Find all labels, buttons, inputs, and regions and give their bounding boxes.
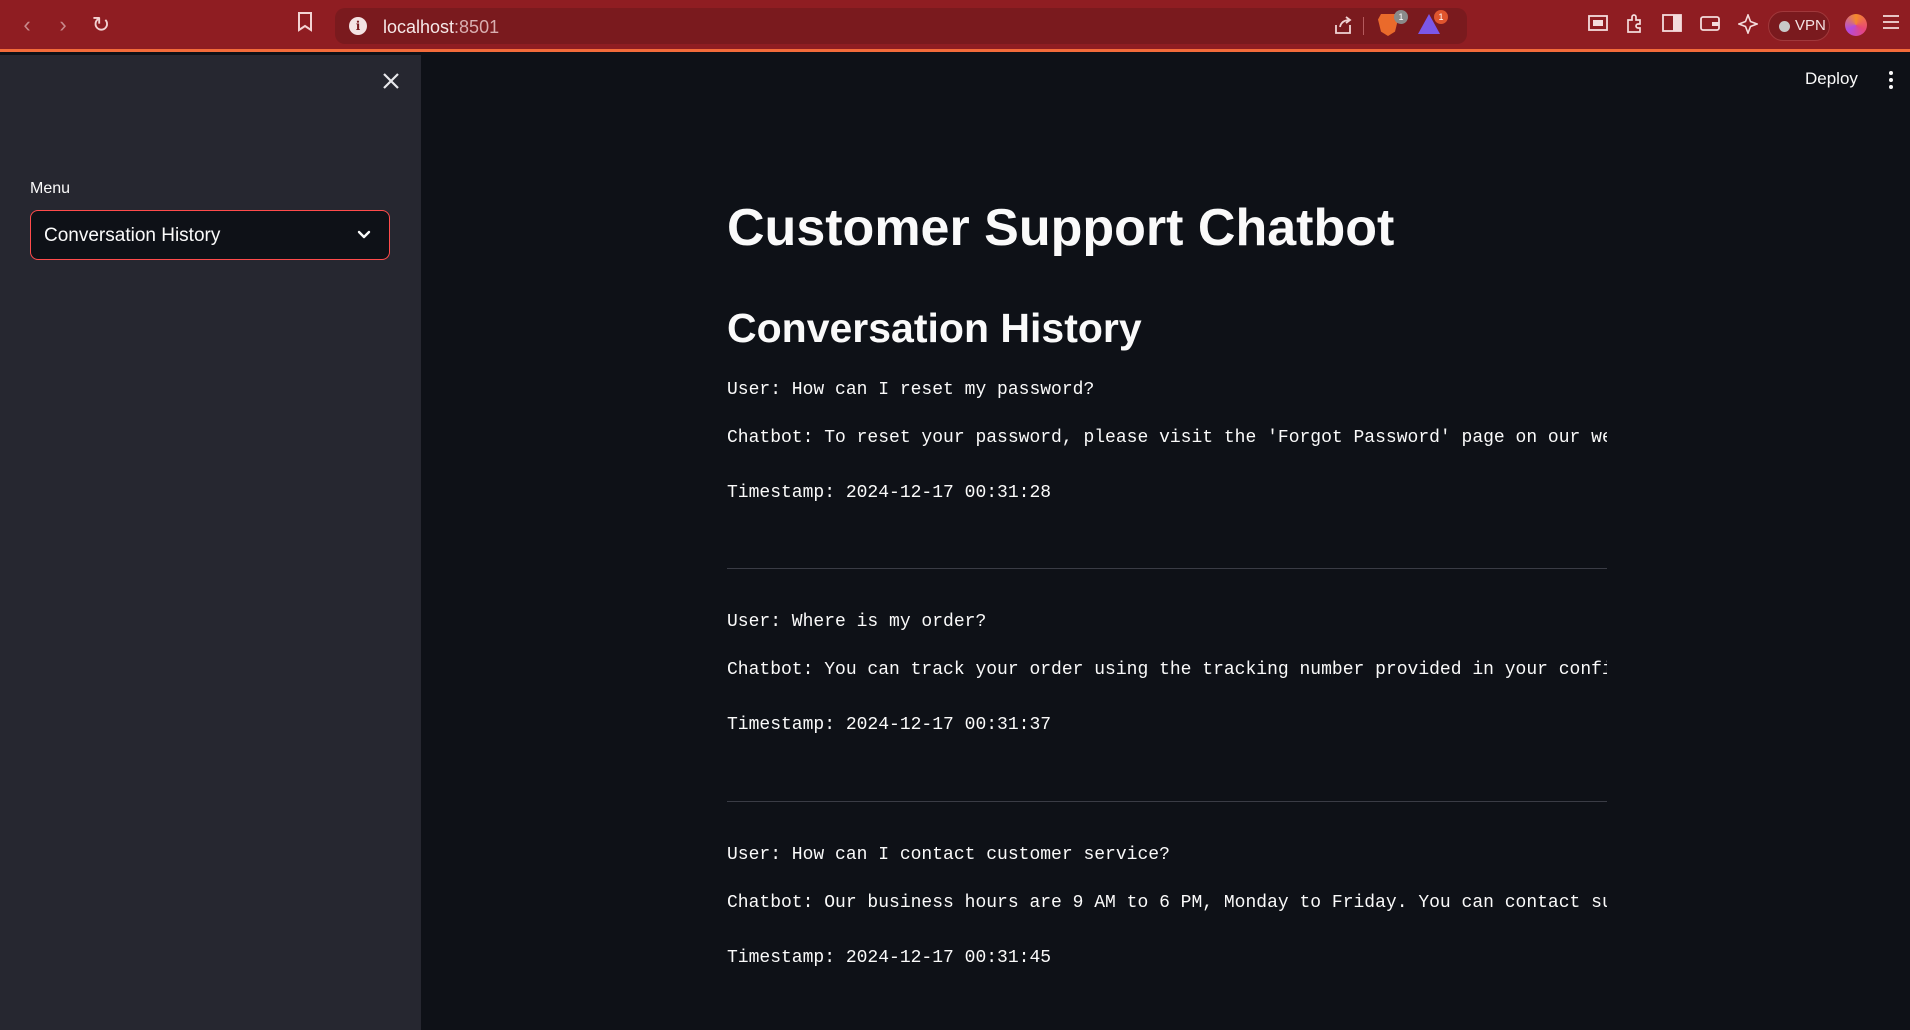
user-message: User: Where is my order? [727,612,987,632]
rewards-badge: 1 [1434,10,1448,24]
user-message: User: How can I contact customer service… [727,845,1170,865]
close-sidebar-icon[interactable] [378,69,404,95]
share-icon[interactable] [1333,16,1353,42]
address-bar[interactable]: i localhost:8501 [335,8,1467,44]
timestamp: Timestamp: 2024-12-17 00:31:45 [727,948,1052,968]
bot-message: Chatbot: You can track your order using … [727,660,1607,680]
vpn-label: VPN [1795,17,1826,34]
forward-icon[interactable]: › [50,12,76,38]
page-title: Customer Support Chatbot [727,199,1395,257]
chevron-down-icon [355,225,373,243]
site-info-icon[interactable]: i [349,17,367,35]
bookmark-icon[interactable] [292,12,318,38]
more-options-icon[interactable] [1888,71,1894,91]
wallet-icon[interactable] [1700,14,1720,38]
back-icon[interactable]: ‹ [14,12,40,38]
menu-selected-value: Conversation History [44,225,221,246]
reload-icon[interactable]: ↻ [88,12,114,38]
vpn-button[interactable]: VPN [1768,11,1830,41]
divider [727,801,1607,802]
profile-avatar[interactable] [1845,14,1867,36]
section-title: Conversation History [727,305,1142,351]
leo-ai-icon[interactable] [1736,12,1760,40]
sidebar-toggle-icon[interactable] [1662,14,1682,38]
user-message: User: How can I reset my password? [727,380,1095,400]
bot-message: Chatbot: Our business hours are 9 AM to … [727,893,1607,913]
bot-message: Chatbot: To reset your password, please … [727,428,1607,448]
hamburger-menu-icon[interactable] [1882,14,1900,36]
picture-in-picture-icon[interactable] [1588,14,1608,38]
sidebar: Menu Conversation History [0,55,421,1030]
browser-toolbar: ‹ › ↻ i localhost:8501 1 1 VPN [0,0,1910,52]
main-area: Deploy Customer Support Chatbot Conversa… [421,55,1910,1030]
timestamp: Timestamp: 2024-12-17 00:31:28 [727,483,1052,503]
separator [1363,17,1364,35]
timestamp: Timestamp: 2024-12-17 00:31:37 [727,715,1052,735]
shields-badge: 1 [1394,10,1408,24]
menu-select[interactable]: Conversation History [30,210,390,260]
vpn-status-icon [1779,21,1790,32]
divider [727,568,1607,569]
menu-label: Menu [30,180,71,197]
url-text: localhost:8501 [383,17,500,37]
extensions-icon[interactable] [1624,14,1644,40]
deploy-button[interactable]: Deploy [1805,69,1858,89]
